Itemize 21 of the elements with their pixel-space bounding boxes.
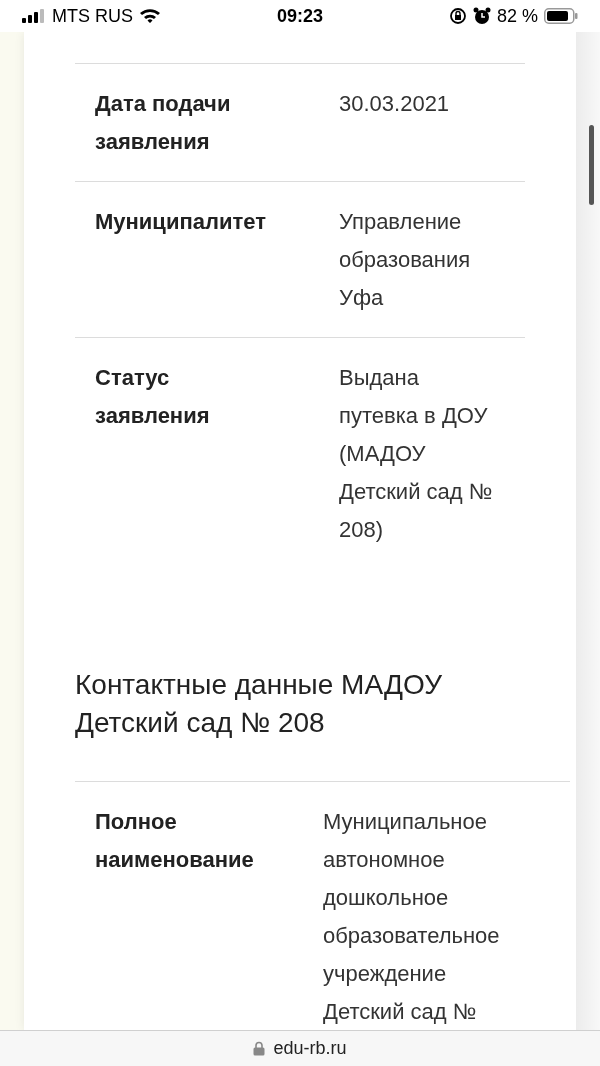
clock-time: 09:23 <box>275 4 324 28</box>
field-label: Полное наименование <box>95 808 255 874</box>
rotation-lock-icon <box>448 7 467 25</box>
scrollbar-thumb[interactable] <box>589 125 594 205</box>
field-label: Дата подачи заявления <box>95 90 232 156</box>
alarm-icon <box>472 7 491 25</box>
field-label: Муниципалитет <box>95 208 267 236</box>
address-bar[interactable]: edu-rb.ru <box>0 1030 600 1066</box>
field-value: Муниципальное автономное дошкольное образовательное учреждение Детский сад № <box>323 808 501 1026</box>
battery-percent: 82 % <box>496 4 538 28</box>
wifi-icon <box>139 8 161 24</box>
battery-icon <box>544 8 578 24</box>
lock-icon <box>253 1041 266 1056</box>
carrier-name: MTS RUS <box>52 4 133 28</box>
signal-icon <box>22 9 46 23</box>
field-value: 30.03.2021 <box>339 90 451 118</box>
field-value: Управление образования Уфа <box>339 208 472 312</box>
url-text: edu-rb.ru <box>273 1037 347 1060</box>
field-label: Статус заявления <box>95 364 211 430</box>
section-heading: Контактные данные МАДОУ Детский сад № 208 <box>75 668 443 740</box>
field-value: Выдана путевка в ДОУ (МАДОУ Детский сад № 208) <box>339 364 494 544</box>
